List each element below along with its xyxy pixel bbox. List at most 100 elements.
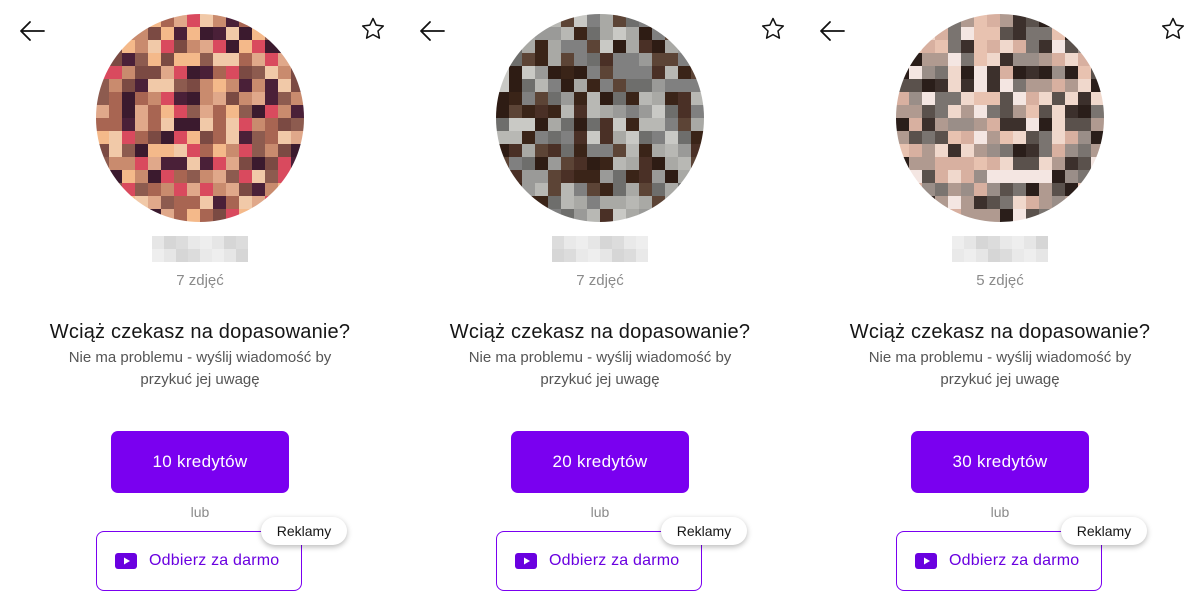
avatar-pixel (896, 105, 909, 118)
avatar-pixel (1078, 157, 1091, 170)
avatar-pixel (691, 144, 704, 157)
avatar-pixel (987, 118, 1000, 131)
avatar-pixel (574, 118, 587, 131)
avatar-pixel (535, 14, 548, 27)
avatar-pixel (109, 92, 122, 105)
avatar-pixel (1000, 40, 1013, 53)
avatar-pixel (600, 170, 613, 183)
avatar-pixel (187, 14, 200, 27)
avatar-pixel (1026, 27, 1039, 40)
avatar-pixel (200, 157, 213, 170)
avatar-pixel (1078, 209, 1091, 222)
avatar-pixel (922, 14, 935, 27)
avatar-pixel (987, 144, 1000, 157)
avatar-pixel (652, 170, 665, 183)
avatar-pixel (974, 118, 987, 131)
avatar-pixel (161, 157, 174, 170)
avatar-pixel (187, 131, 200, 144)
credits-button[interactable]: 20 kredytów (511, 431, 689, 493)
avatar-pixel (613, 53, 626, 66)
avatar-pixel (1091, 157, 1104, 170)
name-blur-pixel (152, 236, 164, 249)
avatar-pixel (909, 66, 922, 79)
avatar-pixel (1078, 105, 1091, 118)
avatar-pixel (600, 118, 613, 131)
avatar-pixel (574, 157, 587, 170)
avatar-pixel (548, 105, 561, 118)
avatar-pixel (987, 27, 1000, 40)
avatar-pixel (691, 105, 704, 118)
avatar-pixel (1013, 53, 1026, 66)
avatar-pixel (200, 92, 213, 105)
avatar-pixel (652, 66, 665, 79)
avatar-pixel (226, 105, 239, 118)
avatar-pixel (948, 157, 961, 170)
avatar-pixel (252, 92, 265, 105)
back-arrow-icon[interactable] (18, 18, 46, 44)
avatar-pixel (613, 27, 626, 40)
avatar-pixel (1091, 27, 1104, 40)
avatar-pixel (935, 144, 948, 157)
avatar-pixel (239, 131, 252, 144)
avatar-pixel (122, 118, 135, 131)
avatar-pixel (896, 170, 909, 183)
star-icon[interactable] (760, 16, 786, 42)
credits-button[interactable]: 10 kredytów (111, 431, 289, 493)
avatar-pixel (613, 92, 626, 105)
avatar-pixel (239, 66, 252, 79)
avatar-pixel (265, 196, 278, 209)
name-blur-pixel (952, 249, 964, 262)
back-arrow-icon[interactable] (418, 18, 446, 44)
avatar-pixel (1013, 92, 1026, 105)
avatar-pixel (548, 183, 561, 196)
avatar-pixel (613, 79, 626, 92)
star-icon[interactable] (360, 16, 386, 42)
avatar-pixel (187, 170, 200, 183)
name-blur-pixel (564, 236, 576, 249)
avatar-pixel (639, 40, 652, 53)
avatar-pixel (213, 105, 226, 118)
avatar-pixel (665, 118, 678, 131)
avatar-pixel (535, 183, 548, 196)
avatar-pixel (987, 40, 1000, 53)
avatar-pixel (1052, 144, 1065, 157)
avatar-pixel (948, 27, 961, 40)
avatar-pixel (587, 183, 600, 196)
avatar-pixel (522, 40, 535, 53)
avatar-pixel (961, 131, 974, 144)
avatar-pixel (626, 118, 639, 131)
avatar-pixel (1000, 183, 1013, 196)
avatar-pixel (509, 209, 522, 222)
avatar-pixel (678, 66, 691, 79)
star-icon[interactable] (1160, 16, 1186, 42)
avatar-pixel (265, 131, 278, 144)
avatar-pixel (1091, 131, 1104, 144)
avatar-pixel (96, 144, 109, 157)
avatar-pixel (652, 118, 665, 131)
avatar-pixel (613, 118, 626, 131)
avatar-pixel (509, 40, 522, 53)
avatar-pixel (613, 183, 626, 196)
avatar-pixel (109, 118, 122, 131)
avatar-pixel (961, 66, 974, 79)
avatar-pixel (1065, 157, 1078, 170)
avatar-pixel (613, 40, 626, 53)
avatar-pixel (187, 92, 200, 105)
avatar-pixel (948, 66, 961, 79)
name-blur-pixel (176, 236, 188, 249)
avatar-pixel (639, 79, 652, 92)
avatar-pixel (896, 14, 909, 27)
avatar-pixel (909, 131, 922, 144)
avatar-pixel (896, 53, 909, 66)
avatar-pixel (1039, 118, 1052, 131)
back-arrow-icon[interactable] (818, 18, 846, 44)
avatar-pixel (548, 131, 561, 144)
avatar-pixel (639, 92, 652, 105)
name-blur-pixel (236, 249, 248, 262)
avatar-pixel (613, 144, 626, 157)
avatar-pixel (626, 79, 639, 92)
avatar-pixel (691, 40, 704, 53)
avatar-pixel (948, 53, 961, 66)
credits-button[interactable]: 30 kredytów (911, 431, 1089, 493)
avatar-pixel (600, 157, 613, 170)
